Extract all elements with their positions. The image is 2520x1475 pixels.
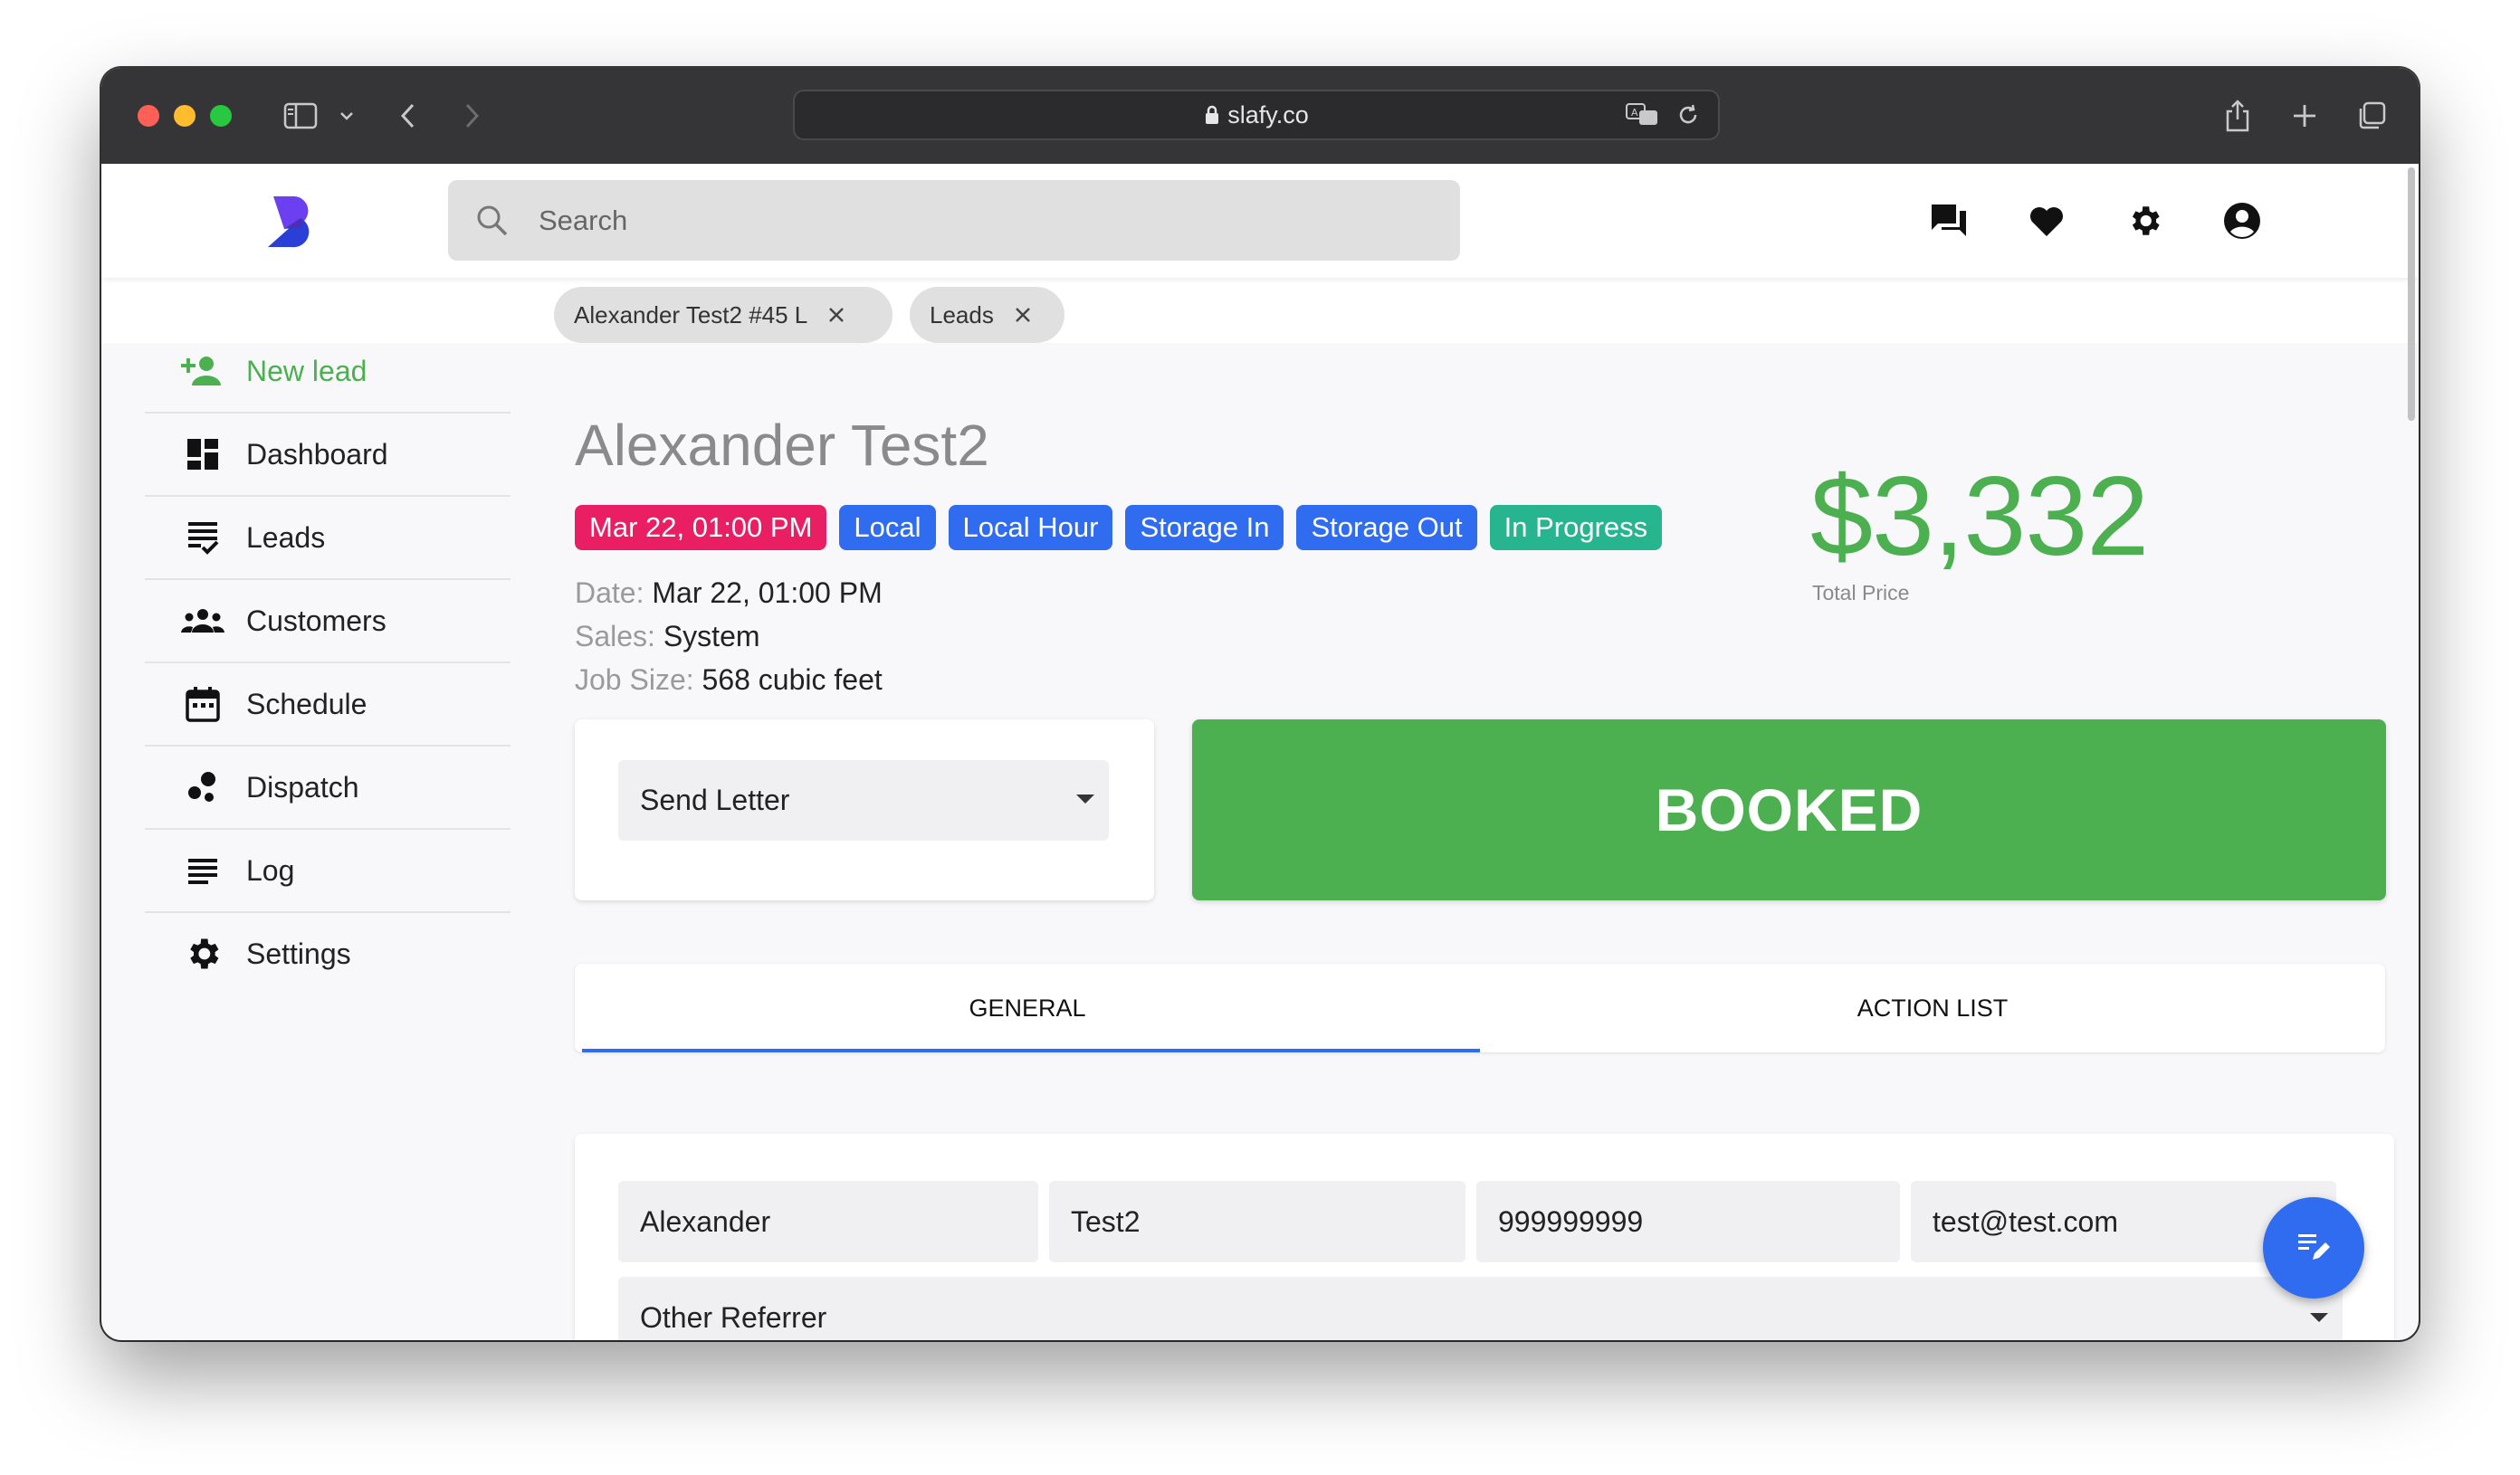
referrer-select[interactable]: Other Referrer	[618, 1277, 2343, 1340]
svg-text:A: A	[1631, 107, 1638, 119]
record-tab-label: Leads	[930, 300, 994, 328]
rate-type-badge: Local Hour	[948, 505, 1113, 550]
close-icon[interactable]	[1014, 306, 1032, 324]
sidebar-item-dashboard[interactable]: Dashboard	[145, 414, 511, 497]
tab-action-list[interactable]: ACTION LIST	[1480, 964, 2385, 1052]
new-tab-icon[interactable]	[2285, 93, 2324, 138]
minimize-window-button[interactable]	[174, 105, 196, 127]
lead-title: Alexander Test2	[575, 413, 989, 478]
first-name-field[interactable]: Alexander	[618, 1181, 1038, 1262]
browser-window: slafy.co A Search Alexander Test2 #45 L …	[101, 68, 2419, 1340]
active-tab-indicator	[582, 1049, 1480, 1052]
sidebar-item-log[interactable]: Log	[145, 830, 511, 913]
calendar-icon	[181, 682, 224, 726]
sidebar-item-label: Dashboard	[246, 437, 388, 471]
heart-icon[interactable]	[2024, 198, 2069, 243]
search-bar[interactable]	[448, 180, 1460, 261]
total-price: $3,332	[1810, 454, 2149, 579]
job-size-value: 568 cubic feet	[702, 663, 883, 696]
sidebar-item-label: Leads	[246, 520, 326, 554]
gear-icon[interactable]	[2122, 198, 2167, 243]
move-type-badge: Local	[839, 505, 936, 550]
lead-badges: Mar 22, 01:00 PM Local Local Hour Storag…	[575, 505, 1663, 550]
record-tab-lead[interactable]: Alexander Test2 #45 L	[554, 287, 892, 343]
url-text: slafy.co	[1227, 100, 1309, 128]
search-icon	[475, 204, 510, 238]
send-letter-card: Send Letter	[575, 719, 1154, 900]
reload-icon[interactable]	[1676, 102, 1700, 132]
sales-value: System	[663, 620, 760, 652]
storage-in-badge: Storage In	[1125, 505, 1284, 550]
phone-field[interactable]: 999999999	[1476, 1181, 1900, 1262]
sidebar-item-label: New lead	[246, 354, 368, 387]
lead-tabs: GENERAL ACTION LIST	[575, 964, 2385, 1052]
sidebar-item-dispatch[interactable]: Dispatch	[145, 747, 511, 830]
booked-status-button[interactable]: BOOKED	[1192, 719, 2386, 900]
record-tab-label: Alexander Test2 #45 L	[574, 300, 808, 328]
sidebar-item-label: Log	[246, 853, 295, 887]
dropdown-arrow-icon	[2310, 1313, 2328, 1322]
app-header	[101, 164, 2419, 278]
address-bar[interactable]: slafy.co A	[793, 90, 1720, 140]
sidebar-item-schedule[interactable]: Schedule	[145, 663, 511, 747]
log-icon	[181, 849, 224, 892]
record-tab-leads[interactable]: Leads	[910, 287, 1064, 343]
tab-overview-icon[interactable]	[2352, 93, 2391, 138]
close-window-button[interactable]	[138, 105, 159, 127]
slafy-logo[interactable]	[264, 191, 324, 251]
leads-list-icon	[181, 516, 224, 559]
edit-notes-button[interactable]	[2263, 1197, 2364, 1299]
sidebar-item-label: Dispatch	[246, 770, 359, 804]
dropdown-arrow-icon	[1076, 795, 1094, 804]
sidebar-item-customers[interactable]: Customers	[145, 580, 511, 663]
sidebar-item-leads[interactable]: Leads	[145, 497, 511, 580]
referrer-value: Other Referrer	[640, 1300, 827, 1334]
back-icon[interactable]	[389, 93, 425, 138]
total-price-label: Total Price	[1812, 581, 1910, 604]
page-scrollbar[interactable]	[2408, 167, 2415, 421]
chevron-down-icon[interactable]	[333, 93, 360, 138]
translate-icon[interactable]: A	[1626, 102, 1660, 132]
job-size-label: Job Size:	[575, 663, 694, 696]
lock-icon	[1206, 105, 1219, 124]
sidebar-toggle-icon[interactable]	[273, 93, 328, 138]
customer-form: Alexander Test2 999999999 test@test.com …	[575, 1134, 2394, 1340]
send-letter-select[interactable]: Send Letter	[618, 760, 1109, 841]
sidebar-item-label: Customers	[246, 604, 387, 637]
lead-details: Date: Mar 22, 01:00 PM Sales: System Job…	[575, 571, 883, 701]
sales-label: Sales:	[575, 620, 655, 652]
close-icon[interactable]	[827, 306, 845, 324]
edit-note-icon	[2295, 1227, 2333, 1270]
date-row: Date: Mar 22, 01:00 PM	[575, 571, 883, 614]
search-input[interactable]	[537, 203, 1355, 238]
sidebar-item-settings[interactable]: Settings	[145, 913, 511, 994]
sidebar-nav: New lead Dashboard Leads Customers Sched…	[145, 330, 511, 994]
date-label: Date:	[575, 576, 644, 609]
dispatch-icon	[181, 766, 224, 809]
send-letter-value: Send Letter	[640, 784, 790, 816]
chat-icon[interactable]	[1926, 198, 1971, 243]
open-records-bar: Alexander Test2 #45 L Leads	[101, 278, 2419, 343]
people-icon	[181, 599, 224, 642]
date-value: Mar 22, 01:00 PM	[652, 576, 883, 609]
forward-icon[interactable]	[454, 93, 491, 138]
job-size-row: Job Size: 568 cubic feet	[575, 658, 883, 701]
storage-out-badge: Storage Out	[1296, 505, 1477, 550]
maximize-window-button[interactable]	[210, 105, 232, 127]
tab-general[interactable]: GENERAL	[575, 964, 1480, 1052]
dashboard-icon	[181, 433, 224, 476]
share-icon[interactable]	[2218, 93, 2258, 138]
gear-icon	[181, 932, 224, 975]
sidebar-item-label: Schedule	[246, 687, 368, 720]
sidebar-item-label: Settings	[246, 937, 351, 970]
sales-row: Sales: System	[575, 614, 883, 658]
browser-toolbar: slafy.co A	[101, 68, 2419, 164]
person-add-icon	[181, 349, 224, 393]
account-icon[interactable]	[2219, 198, 2265, 243]
date-badge: Mar 22, 01:00 PM	[575, 505, 827, 550]
status-badge: In Progress	[1489, 505, 1663, 550]
last-name-field[interactable]: Test2	[1049, 1181, 1465, 1262]
